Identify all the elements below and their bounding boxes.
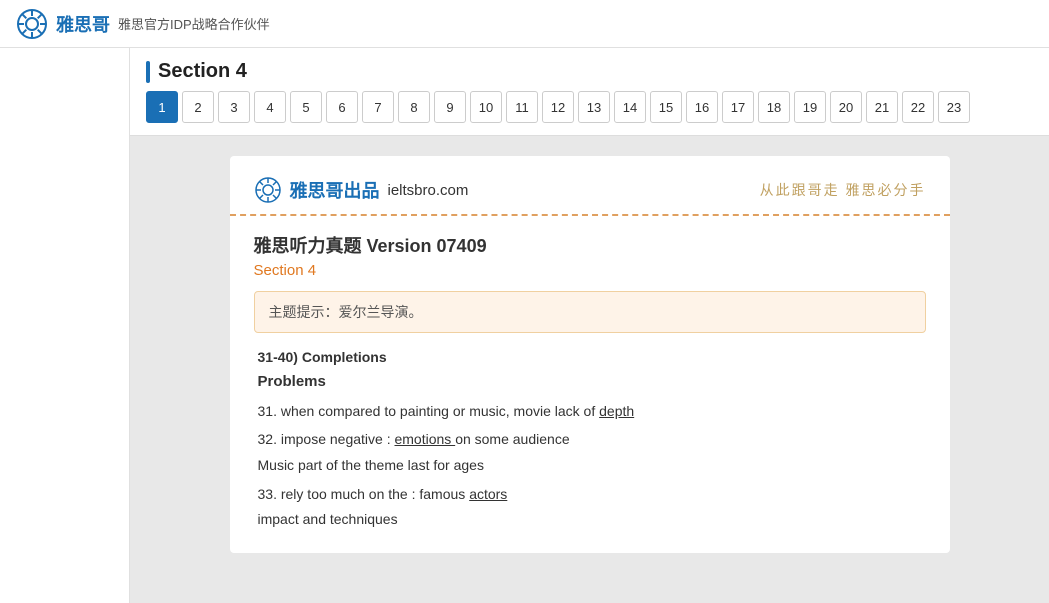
page-btn-7[interactable]: 7 xyxy=(362,91,394,123)
page-btn-1[interactable]: 1 xyxy=(146,91,178,123)
page-btn-11[interactable]: 11 xyxy=(506,91,538,123)
page-btn-17[interactable]: 17 xyxy=(722,91,754,123)
q31-text: when compared to painting or music, movi… xyxy=(281,403,599,419)
page-btn-14[interactable]: 14 xyxy=(614,91,646,123)
q31-answer: depth xyxy=(599,403,634,419)
music-note: Music part of the theme last for ages xyxy=(258,457,922,473)
page-btn-13[interactable]: 13 xyxy=(578,91,610,123)
page-btn-21[interactable]: 21 xyxy=(866,91,898,123)
theme-box: 主题提示：爱尔兰导演。 xyxy=(254,291,926,333)
page-btn-19[interactable]: 19 xyxy=(794,91,826,123)
page-btn-9[interactable]: 9 xyxy=(434,91,466,123)
doc-tagline: 从此跟哥走 雅思必分手 xyxy=(760,180,926,200)
doc-card: 雅思哥出品 ieltsbro.com 从此跟哥走 雅思必分手 雅思听力真题 Ve… xyxy=(230,156,950,553)
question-33: 33. rely too much on the : famous actors xyxy=(258,483,922,505)
doc-section-label: Section 4 xyxy=(254,262,926,279)
page-btn-16[interactable]: 16 xyxy=(686,91,718,123)
pagination: 1234567891011121314151617181920212223 xyxy=(130,91,1049,136)
logo-icon xyxy=(16,8,48,40)
doc-container: 雅思哥出品 ieltsbro.com 从此跟哥走 雅思必分手 雅思听力真题 Ve… xyxy=(190,136,990,573)
section-bar-decoration xyxy=(146,61,150,83)
logo-subtitle: 雅思官方IDP战略合作伙伴 xyxy=(118,14,270,33)
questions-section: 31-40) Completions Problems 31. when com… xyxy=(254,349,926,527)
q33-answer: actors xyxy=(469,486,507,502)
q31-number: 31. xyxy=(258,403,281,419)
questions-range: 31-40) Completions xyxy=(258,349,922,365)
page-btn-4[interactable]: 4 xyxy=(254,91,286,123)
main-layout: Section 4 123456789101112131415161718192… xyxy=(0,48,1049,603)
q32-number: 32. xyxy=(258,431,281,447)
app-header: 雅思哥 雅思官方IDP战略合作伙伴 xyxy=(0,0,1049,48)
sidebar xyxy=(0,48,130,603)
section-title: Section 4 xyxy=(158,60,247,83)
doc-brand: 雅思哥出品 xyxy=(290,177,380,203)
page-btn-12[interactable]: 12 xyxy=(542,91,574,123)
q32-text: impose negative : xyxy=(281,431,395,447)
page-btn-8[interactable]: 8 xyxy=(398,91,430,123)
doc-version-title: 雅思听力真题 Version 07409 xyxy=(254,232,926,258)
page-btn-10[interactable]: 10 xyxy=(470,91,502,123)
question-32: 32. impose negative : emotions on some a… xyxy=(258,428,922,450)
doc-logo-area: 雅思哥出品 ieltsbro.com xyxy=(254,176,469,204)
question-31: 31. when compared to painting or music, … xyxy=(258,400,922,422)
q32-answer: emotions xyxy=(394,431,455,447)
problems-label: Problems xyxy=(258,373,922,390)
content-area: Section 4 123456789101112131415161718192… xyxy=(130,48,1049,603)
q33-text: rely too much on the : famous xyxy=(281,486,469,502)
page-btn-2[interactable]: 2 xyxy=(182,91,214,123)
doc-logo-icon xyxy=(254,176,282,204)
doc-header: 雅思哥出品 ieltsbro.com 从此跟哥走 雅思必分手 xyxy=(230,156,950,216)
page-btn-18[interactable]: 18 xyxy=(758,91,790,123)
q32-text-after: on some audience xyxy=(455,431,569,447)
section-header: Section 4 xyxy=(130,48,1049,91)
doc-body: 雅思听力真题 Version 07409 Section 4 主题提示：爱尔兰导… xyxy=(230,216,950,553)
page-btn-15[interactable]: 15 xyxy=(650,91,682,123)
page-btn-22[interactable]: 22 xyxy=(902,91,934,123)
page-btn-3[interactable]: 3 xyxy=(218,91,250,123)
section-title-row: Section 4 xyxy=(146,60,1033,83)
impact-note: impact and techniques xyxy=(258,511,922,527)
doc-website: ieltsbro.com xyxy=(388,182,469,199)
page-btn-20[interactable]: 20 xyxy=(830,91,862,123)
q33-number: 33. xyxy=(258,486,281,502)
page-btn-23[interactable]: 23 xyxy=(938,91,970,123)
logo-title: 雅思哥 xyxy=(56,11,110,37)
page-btn-6[interactable]: 6 xyxy=(326,91,358,123)
page-btn-5[interactable]: 5 xyxy=(290,91,322,123)
